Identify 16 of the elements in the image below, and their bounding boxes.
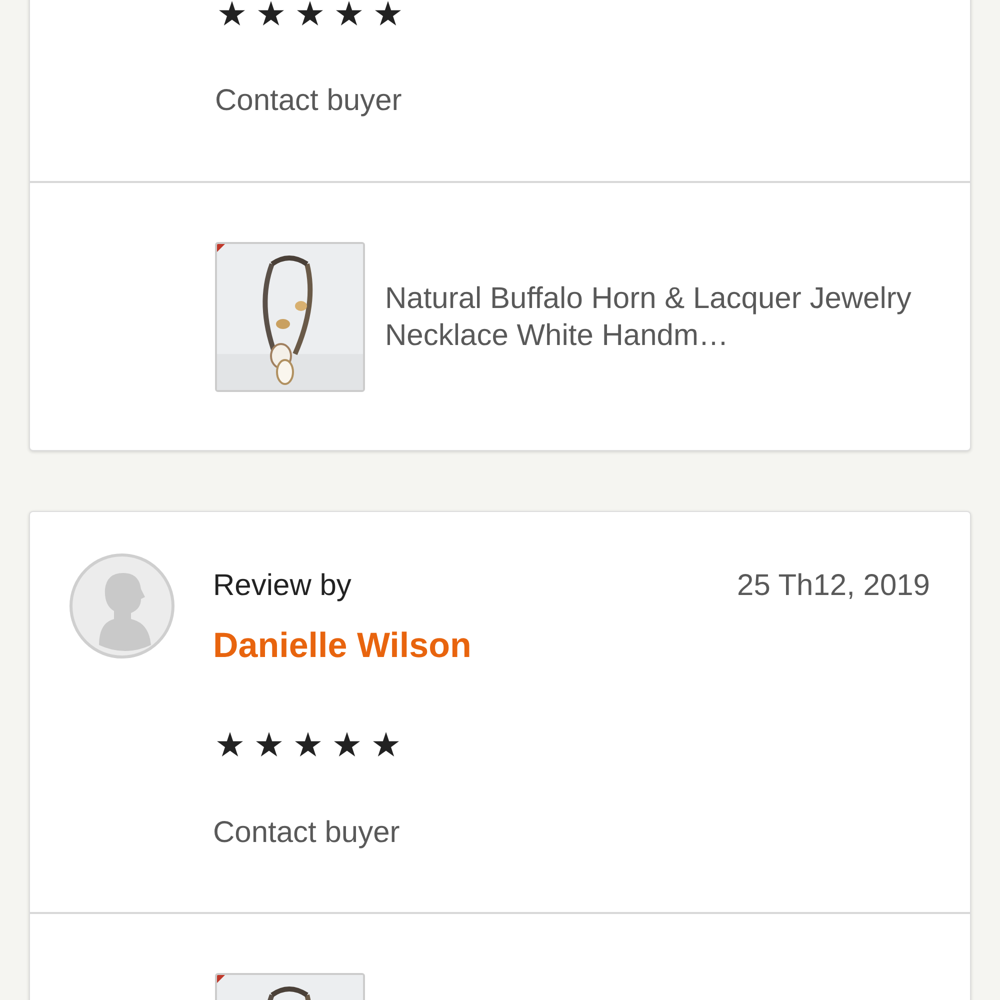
contact-buyer-link[interactable]: Contact buyer [215, 83, 402, 119]
star-icon [219, 0, 245, 26]
review-date: 25 Th12, 2019 [737, 568, 930, 604]
contact-buyer-link[interactable]: Contact buyer [213, 815, 400, 851]
star-icon [297, 0, 323, 26]
star-icon [375, 0, 401, 26]
star-icon [334, 732, 360, 756]
star-icon [295, 732, 321, 756]
star-icon [217, 732, 243, 756]
star-icon [336, 0, 362, 26]
review-by-label: Review by [213, 568, 352, 604]
star-icon [373, 732, 399, 756]
star-icon [256, 732, 282, 756]
product-title-link[interactable]: Natural Buffalo Horn & Lacquer Jewelry Necklace White Handm… [385, 280, 930, 354]
avatar-icon [69, 553, 175, 659]
star-icon [258, 0, 284, 26]
